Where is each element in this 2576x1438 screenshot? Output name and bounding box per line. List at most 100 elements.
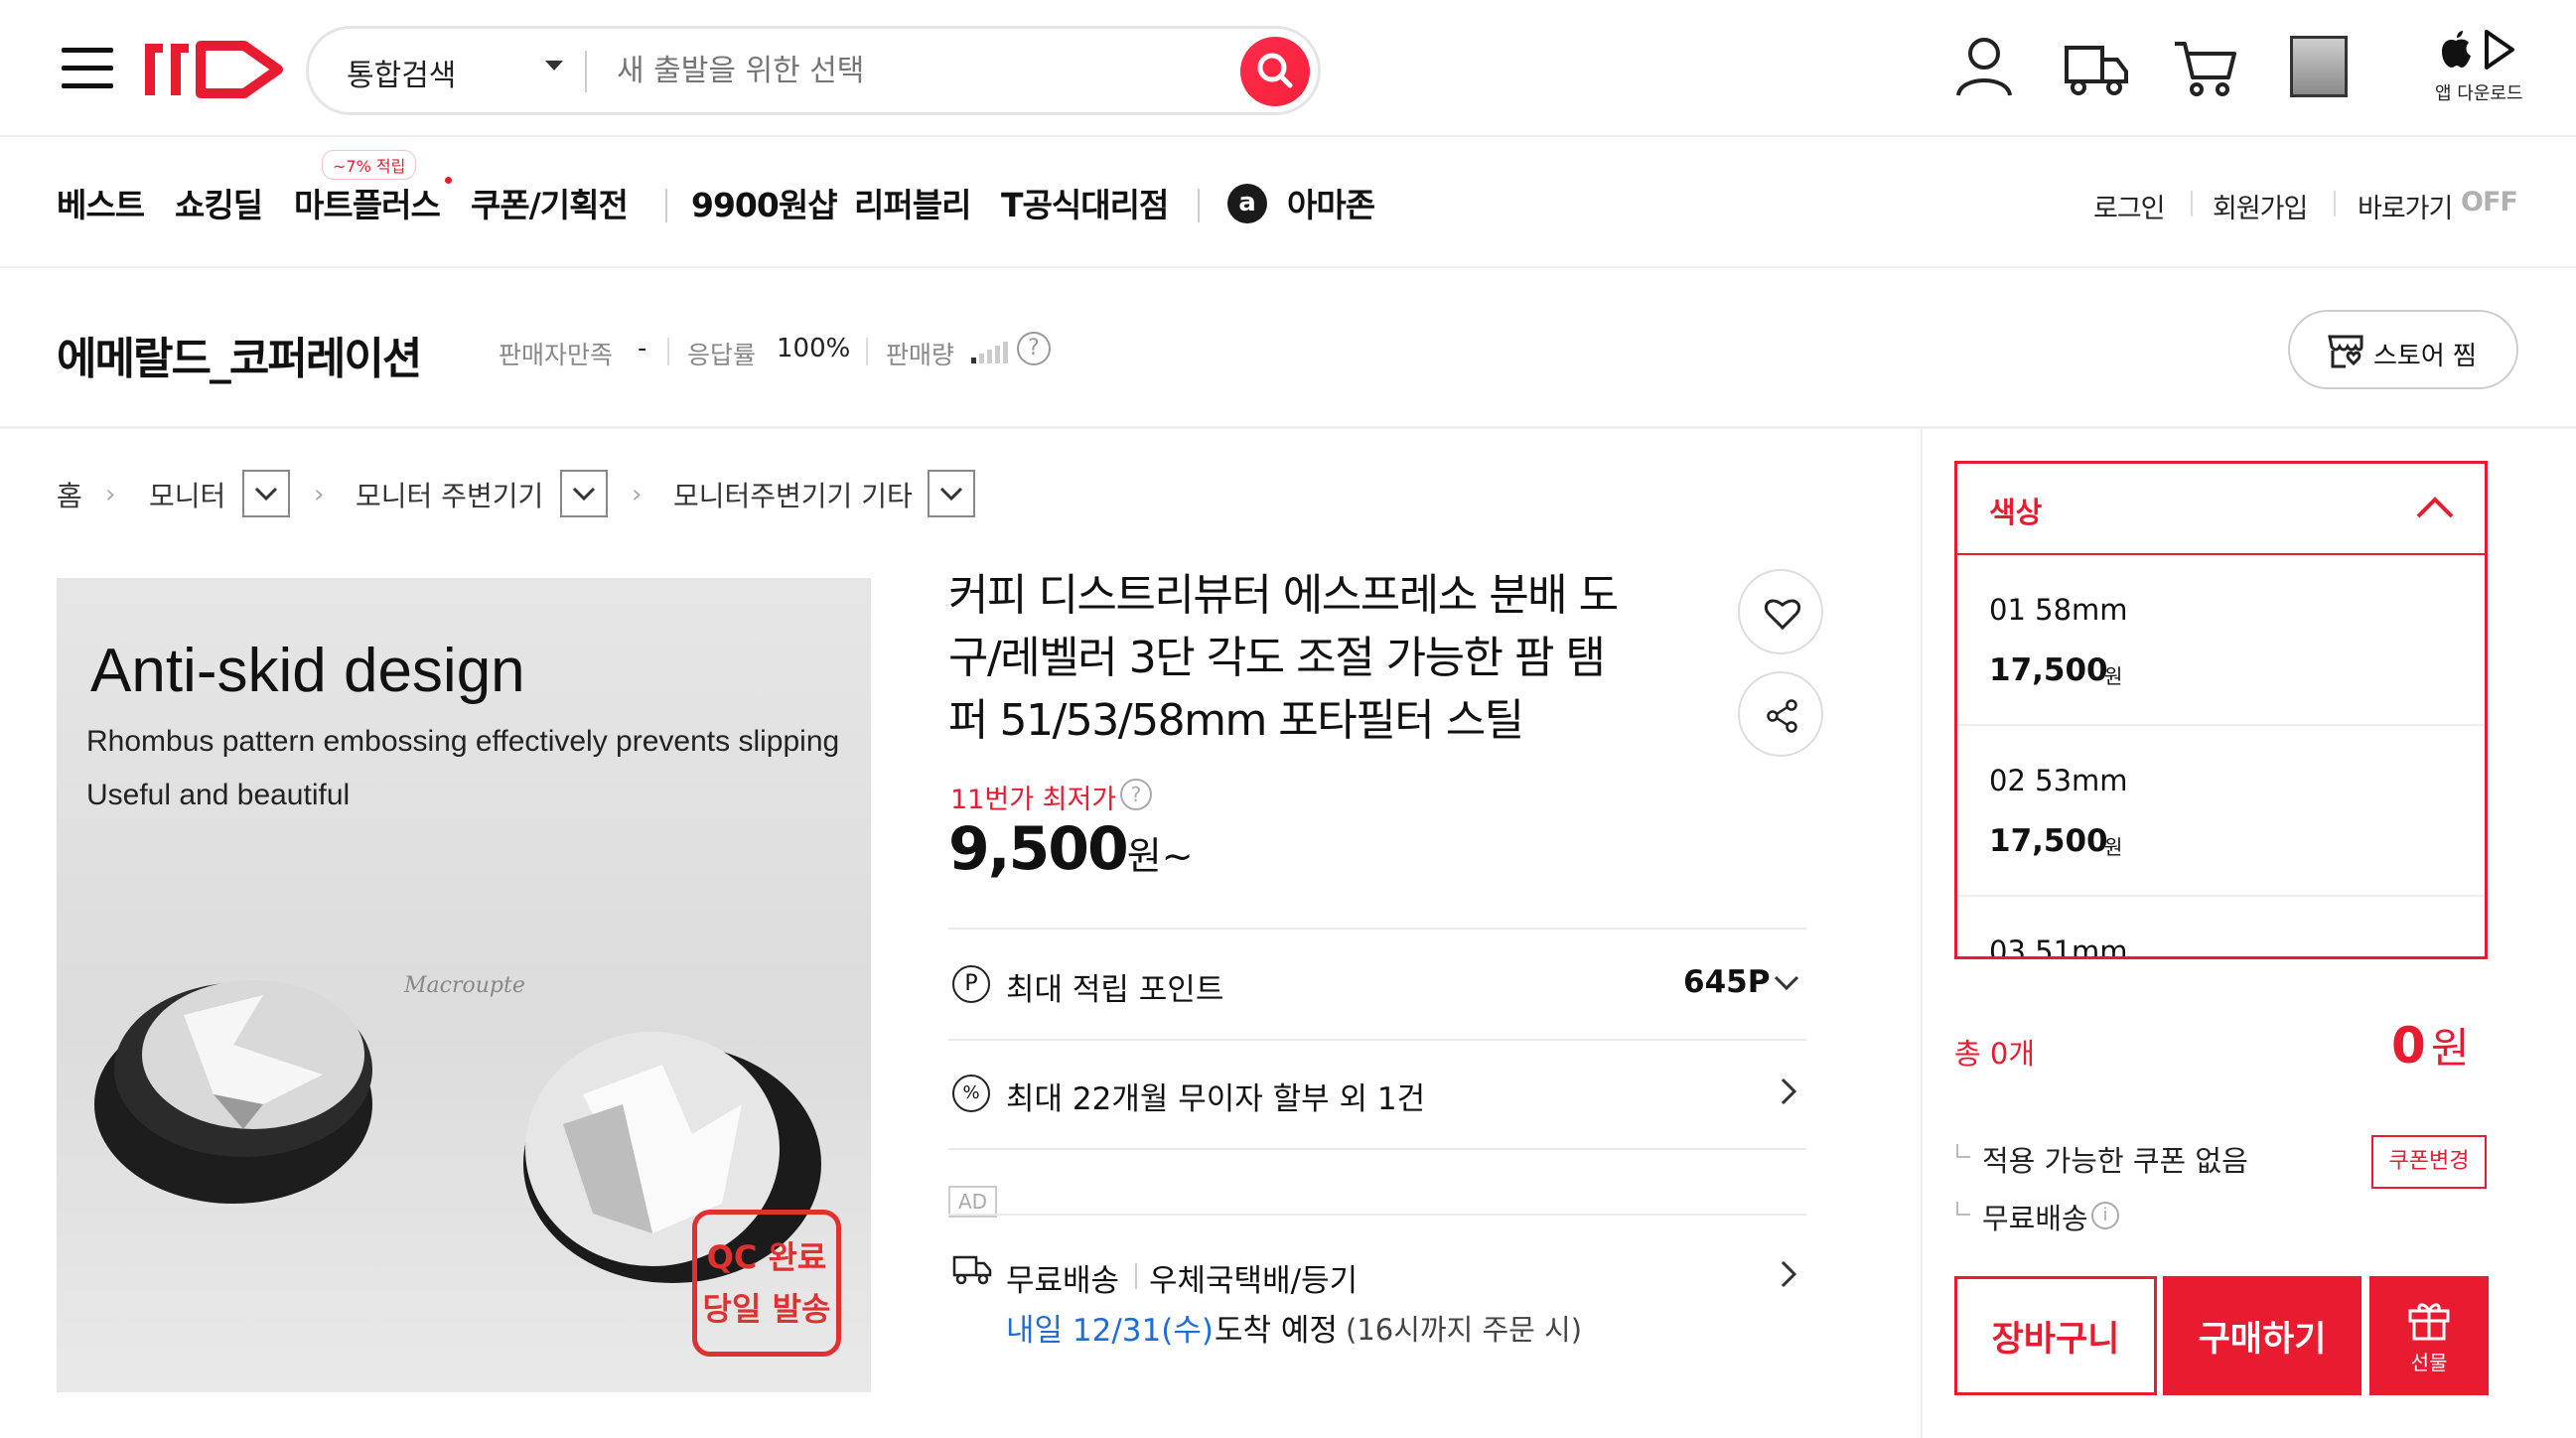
total-count: 총 0개 [1954, 1037, 2036, 1071]
play-store-icon [2485, 30, 2514, 70]
chevron-up-icon [2416, 497, 2454, 518]
recent-product-thumbnail[interactable] [2290, 36, 2348, 97]
search-input[interactable] [617, 43, 1133, 98]
divider [948, 1148, 1806, 1150]
coupon-none-label: 적용 가능한 쿠폰 없음 [1982, 1144, 2248, 1178]
image-line2: Useful and beautiful [86, 779, 351, 811]
option-item[interactable]: 02 53mm 17,500 원 [1957, 728, 2485, 897]
share-button[interactable] [1738, 671, 1823, 757]
option-price: 17,500 [1989, 823, 2108, 859]
option-select: 색상 01 58mm 17,500 원 02 53mm 17,500 원 03 … [1954, 461, 2488, 959]
free-shipping-label: 무료배송 [1982, 1202, 2088, 1235]
gift-icon [2408, 1303, 2450, 1340]
shipping-row[interactable]: 무료배송 우체국택배/등기 내일 12/31(수) 도착 예정 (16시까지 주… [948, 1216, 1806, 1355]
breadcrumb-dropdown[interactable] [242, 470, 290, 517]
chevron-right-icon [1781, 1260, 1797, 1288]
stamp-text-1: QC 완료 [706, 1238, 827, 1276]
gnb-shocking-deal[interactable]: 쇼킹딜 [175, 182, 263, 229]
installment-label: 최대 22개월 무이자 할부 외 1건 [1006, 1081, 1426, 1117]
option-name: 03 51mm [1989, 935, 2128, 959]
sales-label: 판매량 [886, 341, 955, 369]
gnb-9900-shop[interactable]: 9900원샵 [691, 182, 838, 229]
breadcrumb-monitor-accessories[interactable]: 모니터 주변기기 [356, 475, 543, 514]
gnb-t-official[interactable]: T공식대리점 [1001, 182, 1169, 229]
search-bar: 통합검색 [306, 26, 1321, 115]
breadcrumb-dropdown[interactable] [928, 470, 975, 517]
chevron-down-icon[interactable] [545, 61, 563, 71]
panel-divider [1921, 429, 1923, 1438]
divider [2191, 191, 2193, 216]
gift-button[interactable]: 선물 [2369, 1276, 2489, 1395]
help-icon[interactable]: ? [1120, 779, 1152, 810]
coupon-change-button[interactable]: 쿠폰변경 [2371, 1135, 2487, 1189]
gnb-amazon[interactable]: 아마존 [1287, 182, 1375, 229]
breadcrumb-monitor-accessories-etc[interactable]: 모니터주변기기 기타 [673, 475, 913, 514]
breadcrumb-monitor[interactable]: 모니터 [149, 475, 225, 514]
search-icon [1257, 53, 1293, 88]
new-dot [445, 177, 452, 184]
wishlist-button[interactable] [1738, 569, 1823, 654]
divider [667, 338, 669, 365]
chevron-right-icon [1781, 1078, 1797, 1105]
search-scope[interactable]: 통합검색 [347, 51, 456, 94]
app-download-label[interactable]: 앱 다운로드 [2435, 79, 2523, 105]
option-price-unit: 원 [2104, 664, 2123, 688]
shipping-carrier: 우체국택배/등기 [1149, 1263, 1359, 1299]
shortcut-link[interactable]: 바로가기 [2358, 187, 2453, 225]
option-item[interactable]: 03 51mm [1957, 899, 2485, 959]
store-name[interactable]: 에메랄드_코퍼레이션 [57, 323, 422, 386]
shortcut-state[interactable]: OFF [2461, 187, 2518, 217]
option-name: 01 58mm [1989, 593, 2128, 627]
tree-branch-icon [1956, 1202, 1970, 1216]
points-icon: P [952, 965, 990, 1003]
buy-button[interactable]: 구매하기 [2163, 1276, 2361, 1395]
chevron-down-icon [1774, 975, 1799, 991]
store-wish-button[interactable]: 스토어 찜 [2288, 310, 2518, 389]
11st-logo[interactable] [145, 38, 286, 99]
breadcrumb-dropdown[interactable] [560, 470, 608, 517]
satisfaction-value: - [638, 334, 647, 363]
gnb-best[interactable]: 베스트 [57, 182, 145, 229]
divider [1135, 1263, 1137, 1289]
login-link[interactable]: 로그인 [2093, 187, 2166, 225]
option-name: 02 53mm [1989, 764, 2128, 797]
option-title: 색상 [1989, 496, 2043, 529]
heart-icon [1764, 599, 1801, 631]
free-shipping-label: 무료배송 [1006, 1263, 1120, 1299]
menu-icon[interactable] [62, 46, 115, 91]
amazon-icon: a [1227, 184, 1267, 223]
tree-branch-icon [1956, 1144, 1970, 1158]
installment-row[interactable]: % 최대 22개월 무이자 할부 외 1건 [948, 1041, 1806, 1148]
product-title: 커피 디스트리뷰터 에스프레소 분배 도 구/레벨러 3단 각도 조절 가능한 … [948, 564, 1713, 752]
user-icon[interactable] [1954, 36, 2014, 97]
points-label: 최대 적립 포인트 [1006, 972, 1224, 1008]
signup-link[interactable]: 회원가입 [2213, 187, 2308, 225]
divider [2334, 191, 2336, 216]
gnb-refurbly[interactable]: 리퍼블리 [854, 182, 971, 229]
cart-icon[interactable] [2173, 38, 2238, 99]
info-icon[interactable]: i [2091, 1202, 2119, 1229]
cart-button[interactable]: 장바구니 [1954, 1276, 2157, 1395]
gift-button-label: 선물 [2410, 1350, 2448, 1374]
delivery-truck-icon[interactable] [2064, 38, 2129, 97]
qc-stamp: QC 완료 당일 발송 [692, 1210, 841, 1357]
delivery-arrive: 도착 예정 [1215, 1313, 1338, 1349]
product-image[interactable]: Anti-skid design Rhombus pattern embossi… [57, 578, 871, 1392]
distributor-left [94, 980, 372, 1204]
title-line: 커피 디스트리뷰터 에스프레소 분배 도 [948, 570, 1619, 621]
help-icon[interactable]: ? [1017, 332, 1051, 365]
store-wish-label: 스토어 찜 [2373, 342, 2477, 371]
total-price-unit: 원 [2430, 1024, 2470, 1073]
gnb-coupon[interactable]: 쿠폰/기획전 [471, 182, 629, 229]
chevron-right-icon: › [632, 480, 643, 509]
points-row[interactable]: P 최대 적립 포인트 645P [948, 930, 1806, 1039]
buy-button-label: 구매하기 [2198, 1319, 2327, 1360]
breadcrumb-home[interactable]: 홈 [57, 475, 82, 514]
search-button[interactable] [1240, 37, 1310, 106]
option-item[interactable]: 01 58mm 17,500 원 [1957, 557, 2485, 726]
stamp-text-2: 당일 발송 [702, 1290, 831, 1328]
gnb-mart-plus[interactable]: 마트플러스 [294, 182, 441, 229]
option-header[interactable]: 색상 [1957, 464, 2485, 555]
response-label: 응답률 [687, 341, 757, 369]
truck-icon [952, 1255, 992, 1285]
